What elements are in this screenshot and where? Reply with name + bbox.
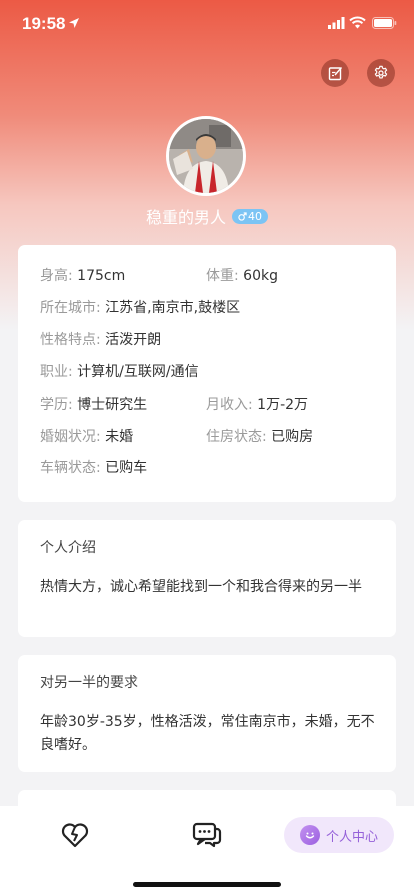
city-label: 所在城市: [40,300,101,316]
income-label: 月收入: [206,397,253,413]
age-badge: 40 [232,208,268,224]
tab-personal-center[interactable]: 个人中心 [284,817,394,853]
edit-icon [328,66,342,80]
tab-likes[interactable] [60,820,90,850]
age-value: 40 [248,209,262,223]
home-indicator[interactable] [133,882,281,887]
nickname: 稳重的男人 [145,208,226,227]
height-value: 175cm [77,268,126,284]
city-value: 江苏省,南京市,鼓楼区 [105,300,241,316]
car-label: 车辆状态: [40,460,101,476]
marital-value: 未婚 [105,429,134,445]
chat-icon [192,822,222,848]
intro-card: 个人介绍 热情大方，诚心希望能找到一个和我合得来的另一半 [18,520,396,637]
bottom-tab-bar: 个人中心 [0,806,414,896]
info-car: 车辆状态: 已购车 [40,458,147,478]
marital-label: 婚姻状况: [40,429,101,445]
car-value: 已购车 [105,460,148,476]
tab-messages[interactable] [192,820,222,850]
intro-title: 个人介绍 [40,540,96,556]
name-row: 稳重的男人 40 [0,204,414,228]
wifi-icon [349,16,366,29]
male-icon [238,211,247,221]
trait-label: 性格特点: [40,332,101,348]
location-arrow-icon [69,18,79,28]
job-label: 职业: [40,364,73,380]
basic-info-card: 身高: 175cm 体重: 60kg 所在城市: 江苏省,南京市,鼓楼区 性格特… [18,245,396,502]
trait-value: 活泼开朗 [105,332,162,348]
gear-icon [374,65,388,79]
weight-label: 体重: [206,268,239,284]
battery-icon [372,17,397,29]
height-label: 身高: [40,268,73,284]
info-job: 职业: 计算机/互联网/通信 [40,362,199,382]
settings-button[interactable] [367,59,395,87]
avatar[interactable] [166,116,246,196]
income-value: 1万-2万 [257,397,309,413]
info-weight: 体重: 60kg [206,266,278,286]
signal-icon [328,17,345,29]
status-bar: 19:58 [0,0,414,48]
housing-label: 住房状态: [206,429,267,445]
info-education: 学历: 博士研究生 [40,395,147,415]
status-time: 19:58 [22,14,66,33]
info-marital: 婚姻状况: 未婚 [40,427,133,447]
housing-value: 已购房 [271,429,314,445]
weight-value: 60kg [243,268,278,284]
requirements-text: 年龄30岁-35岁，性格活泼，常住南京市，未婚，无不良嗜好。 [40,714,375,753]
info-city: 所在城市: 江苏省,南京市,鼓楼区 [40,298,240,318]
job-value: 计算机/互联网/通信 [77,364,199,380]
requirements-title: 对另一半的要求 [40,675,138,691]
info-trait: 性格特点: 活泼开朗 [40,330,161,350]
smile-icon [299,825,320,845]
education-label: 学历: [40,397,73,413]
edit-profile-button[interactable] [321,59,349,87]
partner-requirements-card: 对另一半的要求 年龄30岁-35岁，性格活泼，常住南京市，未婚，无不良嗜好。 [18,655,396,772]
info-housing: 住房状态: 已购房 [206,427,313,447]
heart-icon [61,823,89,848]
info-income: 月收入: 1万-2万 [206,395,308,415]
avatar-photo [169,119,243,193]
info-height: 身高: 175cm [40,266,125,286]
intro-text: 热情大方，诚心希望能找到一个和我合得来的另一半 [40,579,362,595]
education-value: 博士研究生 [77,397,148,413]
tab-personal-center-label: 个人中心 [325,829,378,845]
